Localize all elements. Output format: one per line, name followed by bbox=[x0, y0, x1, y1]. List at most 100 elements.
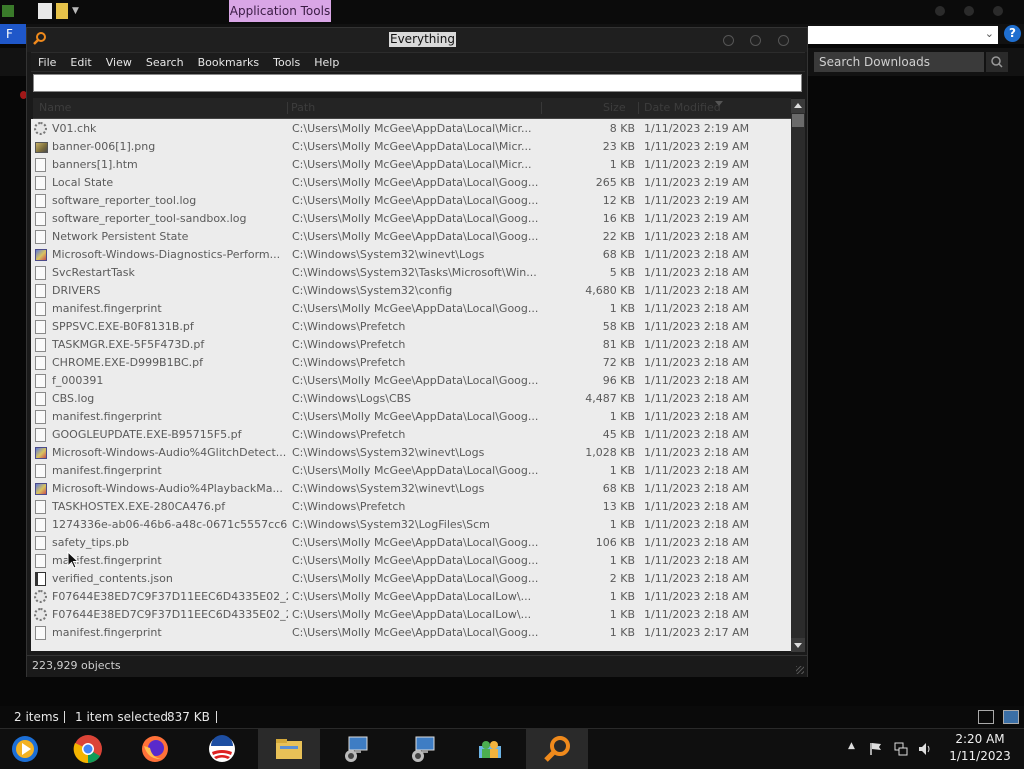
volume-icon[interactable] bbox=[917, 741, 933, 757]
column-divider[interactable] bbox=[638, 102, 639, 114]
menu-bookmarks[interactable]: Bookmarks bbox=[191, 56, 266, 69]
column-name[interactable]: Name bbox=[39, 101, 71, 114]
column-divider[interactable] bbox=[541, 102, 542, 114]
search-downloads-input[interactable]: Search Downloads bbox=[814, 52, 984, 72]
column-divider[interactable] bbox=[287, 102, 288, 114]
explorer-maximize-button[interactable] bbox=[964, 6, 974, 16]
details-view-icon[interactable] bbox=[978, 710, 994, 724]
list-item[interactable]: F07644E38ED7C9F37D11EEC6D4335E02_259... C… bbox=[31, 606, 791, 624]
list-item[interactable]: manifest.fingerprint C:\Users\Molly McGee… bbox=[31, 300, 791, 318]
date-modified: 1/11/2023 2:19 AM bbox=[644, 122, 750, 135]
file-icon bbox=[35, 536, 46, 550]
file-name: DRIVERS bbox=[52, 284, 101, 297]
show-hidden-icons-icon[interactable]: ▲ bbox=[848, 741, 855, 751]
list-item[interactable]: manifest.fingerprint C:\Users\Molly McGee… bbox=[31, 462, 791, 480]
list-item[interactable]: manifest.fingerprint C:\Users\Molly McGee… bbox=[31, 408, 791, 426]
file-name: manifest.fingerprint bbox=[52, 554, 162, 567]
file-path: C:\Users\Molly McGee\AppData\LocalLow\..… bbox=[292, 608, 532, 621]
taskbar-obama-logo[interactable] bbox=[191, 729, 253, 769]
column-size[interactable]: Size bbox=[603, 101, 626, 114]
new-folder-icon[interactable] bbox=[56, 3, 68, 19]
file-name: SvcRestartTask bbox=[52, 266, 135, 279]
file-path: C:\Windows\System32\winevt\Logs bbox=[292, 446, 485, 459]
list-item[interactable]: banners[1].htm C:\Users\Molly McGee\AppDa… bbox=[31, 156, 791, 174]
taskbar-remote-desktop[interactable] bbox=[392, 729, 454, 769]
taskbar-firefox[interactable] bbox=[124, 729, 186, 769]
taskbar-file-explorer[interactable] bbox=[258, 729, 320, 769]
application-tools-tab[interactable]: Application Tools bbox=[229, 0, 331, 22]
file-path: C:\Users\Molly McGee\AppData\Local\Goog.… bbox=[292, 194, 539, 207]
list-item[interactable]: manifest.fingerprint C:\Users\Molly McGee… bbox=[31, 552, 791, 570]
list-item[interactable]: V01.chk C:\Users\Molly McGee\AppData\Loca… bbox=[31, 120, 791, 138]
json-file-icon bbox=[35, 572, 46, 586]
list-item[interactable]: TASKMGR.EXE-5F5F473D.pf C:\Windows\Prefet… bbox=[31, 336, 791, 354]
taskbar-remote-desktop[interactable] bbox=[325, 729, 387, 769]
menu-tools[interactable]: Tools bbox=[266, 56, 307, 69]
system-clock[interactable]: 2:20 AM 1/11/2023 bbox=[940, 731, 1020, 765]
minimize-button[interactable] bbox=[723, 35, 734, 46]
list-item[interactable]: 1274336e-ab06-46b6-a48c-0671c5557cc6 C:\W… bbox=[31, 516, 791, 534]
taskbar-chrome[interactable] bbox=[57, 729, 119, 769]
everything-titlebar[interactable]: Everything bbox=[27, 28, 807, 52]
list-item[interactable]: banner-006[1].png C:\Users\Molly McGee\Ap… bbox=[31, 138, 791, 156]
menu-file[interactable]: File bbox=[31, 56, 63, 69]
taskbar-everything[interactable] bbox=[526, 729, 588, 769]
list-item[interactable]: SPPSVC.EXE-B0F8131B.pf C:\Windows\Prefetc… bbox=[31, 318, 791, 336]
new-file-icon[interactable] bbox=[38, 3, 52, 19]
column-path[interactable]: Path bbox=[291, 101, 315, 114]
vertical-scrollbar[interactable] bbox=[791, 99, 805, 652]
chrome-icon bbox=[73, 735, 102, 764]
explorer-close-button[interactable] bbox=[993, 6, 1003, 16]
date-modified: 1/11/2023 2:18 AM bbox=[644, 464, 750, 477]
scroll-up-icon[interactable] bbox=[791, 99, 805, 113]
file-size: 81 KB bbox=[602, 338, 635, 351]
date-modified: 1/11/2023 2:18 AM bbox=[644, 320, 750, 333]
explorer-minimize-button[interactable] bbox=[935, 6, 945, 16]
window-title: Everything bbox=[389, 32, 456, 47]
list-item[interactable]: Microsoft-Windows-Diagnostics-Perform...… bbox=[31, 246, 791, 264]
list-item[interactable]: CBS.log C:\Windows\Logs\CBS 4,487 KB 1/11/2… bbox=[31, 390, 791, 408]
file-tab[interactable]: F bbox=[0, 24, 26, 44]
action-center-flag-icon[interactable] bbox=[869, 742, 883, 756]
column-date-modified[interactable]: Date Modified bbox=[644, 101, 721, 114]
resize-grip-icon[interactable] bbox=[796, 666, 804, 674]
help-icon[interactable]: ? bbox=[1004, 25, 1021, 42]
list-item[interactable]: software_reporter_tool.log C:\Users\Molly… bbox=[31, 192, 791, 210]
search-icon[interactable] bbox=[986, 52, 1008, 72]
list-item[interactable]: f_000391 C:\Users\Molly McGee\AppData\Loc… bbox=[31, 372, 791, 390]
list-item[interactable]: safety_tips.pb C:\Users\Molly McGee\AppDa… bbox=[31, 534, 791, 552]
file-name: CBS.log bbox=[52, 392, 95, 405]
customize-toolbar-chevron-icon[interactable]: ▼ bbox=[72, 6, 79, 16]
list-item[interactable]: SvcRestartTask C:\Windows\System32\Tasks\… bbox=[31, 264, 791, 282]
firefox-icon bbox=[142, 736, 168, 762]
everything-search-input[interactable] bbox=[33, 74, 802, 92]
date-modified: 1/11/2023 2:18 AM bbox=[644, 482, 750, 495]
list-item[interactable]: TASKHOSTEX.EXE-280CA476.pf C:\Windows\Pre… bbox=[31, 498, 791, 516]
properties-icon[interactable] bbox=[2, 5, 14, 17]
maximize-button[interactable] bbox=[750, 35, 761, 46]
list-item[interactable]: Network Persistent State C:\Users\Molly M… bbox=[31, 228, 791, 246]
list-item[interactable]: manifest.fingerprint C:\Users\Molly McGee… bbox=[31, 624, 791, 642]
taskbar-network-users[interactable] bbox=[459, 729, 521, 769]
list-item[interactable]: DRIVERS C:\Windows\System32\config 4,680 K… bbox=[31, 282, 791, 300]
large-icons-view-icon[interactable] bbox=[1003, 710, 1019, 724]
taskbar-media-player[interactable] bbox=[0, 729, 62, 769]
close-button[interactable] bbox=[778, 35, 789, 46]
scroll-down-icon[interactable] bbox=[791, 638, 805, 652]
list-item[interactable]: GOOGLEUPDATE.EXE-B95715F5.pf C:\Windows\P… bbox=[31, 426, 791, 444]
list-item[interactable]: CHROME.EXE-D999B1BC.pf C:\Windows\Prefetc… bbox=[31, 354, 791, 372]
menu-edit[interactable]: Edit bbox=[63, 56, 98, 69]
list-item[interactable]: Local State C:\Users\Molly McGee\AppData\… bbox=[31, 174, 791, 192]
list-item[interactable]: verified_contents.json C:\Users\Molly McG… bbox=[31, 570, 791, 588]
list-item[interactable]: software_reporter_tool-sandbox.log C:\Use… bbox=[31, 210, 791, 228]
menu-search[interactable]: Search bbox=[139, 56, 191, 69]
menu-view[interactable]: View bbox=[99, 56, 139, 69]
menu-help[interactable]: Help bbox=[307, 56, 346, 69]
file-icon bbox=[35, 374, 46, 388]
network-icon[interactable] bbox=[893, 741, 909, 757]
list-item[interactable]: Microsoft-Windows-Audio%4PlaybackMa... C:… bbox=[31, 480, 791, 498]
list-item[interactable]: F07644E38ED7C9F37D11EEC6D4335E02_259... C… bbox=[31, 588, 791, 606]
list-item[interactable]: Microsoft-Windows-Audio%4GlitchDetect...… bbox=[31, 444, 791, 462]
scrollbar-thumb[interactable] bbox=[792, 114, 804, 127]
ribbon-expand-chevron-icon[interactable]: ⌄ bbox=[985, 27, 994, 40]
